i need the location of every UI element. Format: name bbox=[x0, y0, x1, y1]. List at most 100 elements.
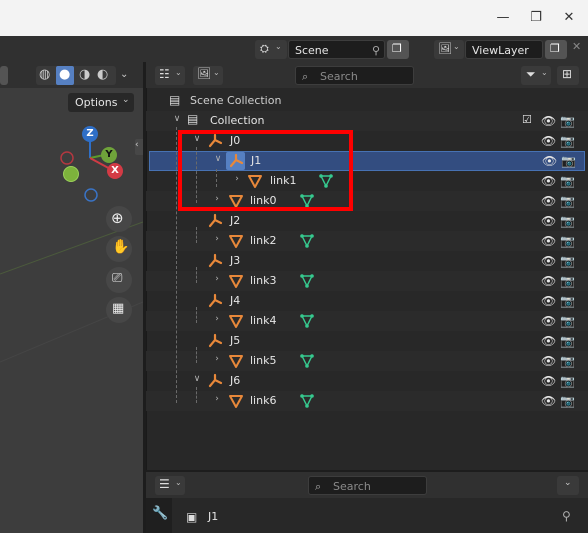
tree-row-link4[interactable]: › link4 👁 📷 bbox=[146, 311, 588, 331]
display-mode-button[interactable]: ☷ ⌄ bbox=[155, 66, 185, 85]
chevron-right-icon[interactable]: › bbox=[212, 354, 222, 364]
options-dropdown-button[interactable]: ⌄ bbox=[557, 476, 579, 495]
pin-icon[interactable]: ⚲ bbox=[562, 509, 571, 523]
camera-render-icon[interactable]: 📷 bbox=[560, 214, 575, 228]
vertex-group-icon bbox=[300, 394, 314, 408]
eye-icon[interactable]: 👁 bbox=[541, 174, 556, 188]
camera-render-icon[interactable]: 📷 bbox=[560, 394, 575, 408]
eye-icon[interactable]: 👁 bbox=[541, 274, 556, 288]
neg-z-axis-handle[interactable] bbox=[84, 188, 98, 202]
scene-selector-button[interactable]: ⛭ ⌄ bbox=[255, 40, 287, 59]
chevron-right-icon[interactable]: › bbox=[212, 314, 222, 324]
chevron-left-icon: ‹ bbox=[135, 140, 139, 150]
eye-icon[interactable]: 👁 bbox=[541, 374, 556, 388]
sidebar-toggle[interactable]: ‹ bbox=[135, 139, 143, 155]
armature-icon bbox=[208, 333, 223, 348]
chevron-down-icon[interactable]: ∨ bbox=[192, 374, 202, 384]
y-axis-handle[interactable]: Y bbox=[101, 147, 117, 163]
tool-icon[interactable]: 🔧 bbox=[152, 506, 168, 521]
editor-type-button[interactable]: ☰ ⌄ bbox=[155, 476, 185, 495]
eye-icon[interactable]: 👁 bbox=[541, 134, 556, 148]
chevron-down-icon[interactable]: ∨ bbox=[172, 114, 182, 124]
eye-icon[interactable]: 👁 bbox=[541, 234, 556, 248]
eye-icon[interactable]: 👁 bbox=[541, 314, 556, 328]
tree-label: link4 bbox=[250, 314, 277, 327]
tree-row-link6[interactable]: › link6 👁 📷 bbox=[146, 391, 588, 411]
chevron-right-icon[interactable]: › bbox=[212, 394, 222, 404]
tree-row-link2[interactable]: › link2 👁 📷 bbox=[146, 231, 588, 251]
search-icon: ⌕ bbox=[315, 480, 322, 493]
close-button[interactable]: ✕ bbox=[560, 9, 578, 27]
neg-y-axis-handle[interactable] bbox=[63, 166, 79, 182]
camera-render-icon[interactable]: 📷 bbox=[560, 334, 575, 348]
pin-icon[interactable]: ⚲ bbox=[372, 41, 380, 60]
tree-row-collection[interactable]: ∨ ▤ Collection ☑ 👁 📷 bbox=[146, 111, 588, 131]
tree-row-scene-collection[interactable]: ▤ Scene Collection bbox=[146, 91, 588, 111]
eye-icon[interactable]: 👁 bbox=[541, 214, 556, 228]
camera-view-button[interactable]: ⎚ bbox=[106, 267, 132, 293]
outliner-search-input[interactable]: ⌕ Search bbox=[295, 66, 414, 85]
eye-icon[interactable]: 👁 bbox=[542, 154, 557, 168]
filter-button[interactable]: ⏷ ⌄ bbox=[521, 66, 551, 85]
neg-x-axis-handle[interactable] bbox=[60, 151, 74, 165]
eye-icon[interactable]: 👁 bbox=[541, 394, 556, 408]
minimize-button[interactable]: — bbox=[494, 9, 512, 27]
new-scene-button[interactable]: ❐ bbox=[387, 40, 409, 59]
zoom-button[interactable]: ⊕ bbox=[106, 206, 132, 232]
restore-button[interactable]: ❐ bbox=[527, 9, 545, 27]
chevron-down-icon: ⌄ bbox=[213, 68, 220, 77]
scene-name-field[interactable]: Scene ⚲ bbox=[288, 40, 385, 59]
viewlayer-name-field[interactable]: ViewLayer bbox=[465, 40, 543, 59]
wireframe-shading-icon[interactable]: ◍ bbox=[39, 67, 50, 82]
new-viewlayer-button[interactable]: ❐ bbox=[545, 40, 567, 59]
viewport-edge-button[interactable] bbox=[0, 66, 8, 85]
tree-row-j6[interactable]: ∨ J6 👁 📷 bbox=[146, 371, 588, 391]
camera-render-icon[interactable]: 📷 bbox=[560, 174, 575, 188]
chevron-down-icon: ⌄ bbox=[275, 42, 282, 51]
properties-search-input[interactable]: ⌕ Search bbox=[308, 476, 427, 495]
eye-icon[interactable]: 👁 bbox=[541, 354, 556, 368]
camera-render-icon[interactable]: 📷 bbox=[560, 234, 575, 248]
tree-row-j3[interactable]: J3 👁 📷 bbox=[146, 251, 588, 271]
eye-icon[interactable]: 👁 bbox=[541, 114, 556, 128]
rendered-shading-icon[interactable]: ◐ bbox=[97, 67, 108, 82]
solid-shading-button[interactable]: ● bbox=[56, 66, 74, 85]
tree-label: J5 bbox=[230, 334, 241, 347]
tree-guide-line bbox=[196, 267, 197, 283]
chevron-right-icon[interactable]: › bbox=[212, 234, 222, 244]
properties-tabs: 🔧 bbox=[146, 498, 172, 533]
camera-render-icon[interactable]: 📷 bbox=[560, 134, 575, 148]
tree-row-j4[interactable]: J4 👁 📷 bbox=[146, 291, 588, 311]
delete-viewlayer-icon[interactable]: ✕ bbox=[572, 40, 581, 53]
camera-render-icon[interactable]: 📷 bbox=[561, 154, 576, 168]
eye-icon[interactable]: 👁 bbox=[541, 294, 556, 308]
pan-button[interactable]: ✋ bbox=[106, 236, 132, 262]
camera-render-icon[interactable]: 📷 bbox=[560, 114, 575, 128]
filter-type-button[interactable]: 🖼 ⌄ bbox=[193, 66, 223, 85]
eye-icon[interactable]: 👁 bbox=[541, 334, 556, 348]
camera-render-icon[interactable]: 📷 bbox=[560, 194, 575, 208]
tree-row-link3[interactable]: › link3 👁 📷 bbox=[146, 271, 588, 291]
eye-icon[interactable]: 👁 bbox=[541, 194, 556, 208]
exclude-checkbox[interactable]: ☑ bbox=[522, 113, 532, 126]
chevron-right-icon[interactable]: › bbox=[212, 274, 222, 284]
new-collection-button[interactable]: ⊞ bbox=[557, 66, 579, 85]
camera-render-icon[interactable]: 📷 bbox=[560, 294, 575, 308]
perspective-toggle-button[interactable]: ▦ bbox=[106, 297, 132, 323]
viewlayer-selector-button[interactable]: 🖼 ⌄ bbox=[434, 40, 464, 59]
camera-render-icon[interactable]: 📷 bbox=[560, 274, 575, 288]
camera-render-icon[interactable]: 📷 bbox=[560, 314, 575, 328]
eye-icon[interactable]: 👁 bbox=[541, 254, 556, 268]
chevron-down-icon[interactable]: ⌄ bbox=[120, 69, 128, 80]
tree-row-j5[interactable]: J5 👁 📷 bbox=[146, 331, 588, 351]
camera-render-icon[interactable]: 📷 bbox=[560, 354, 575, 368]
material-shading-icon[interactable]: ◑ bbox=[79, 67, 90, 82]
x-axis-handle[interactable]: X bbox=[107, 163, 123, 179]
viewlayer-name-text: ViewLayer bbox=[472, 44, 529, 57]
options-button[interactable]: Options ⌄ bbox=[68, 93, 134, 112]
tree-row-j2[interactable]: J2 👁 📷 bbox=[146, 211, 588, 231]
tree-row-link5[interactable]: › link5 👁 📷 bbox=[146, 351, 588, 371]
camera-render-icon[interactable]: 📷 bbox=[560, 254, 575, 268]
camera-render-icon[interactable]: 📷 bbox=[560, 374, 575, 388]
z-axis-handle[interactable]: Z bbox=[82, 126, 98, 142]
